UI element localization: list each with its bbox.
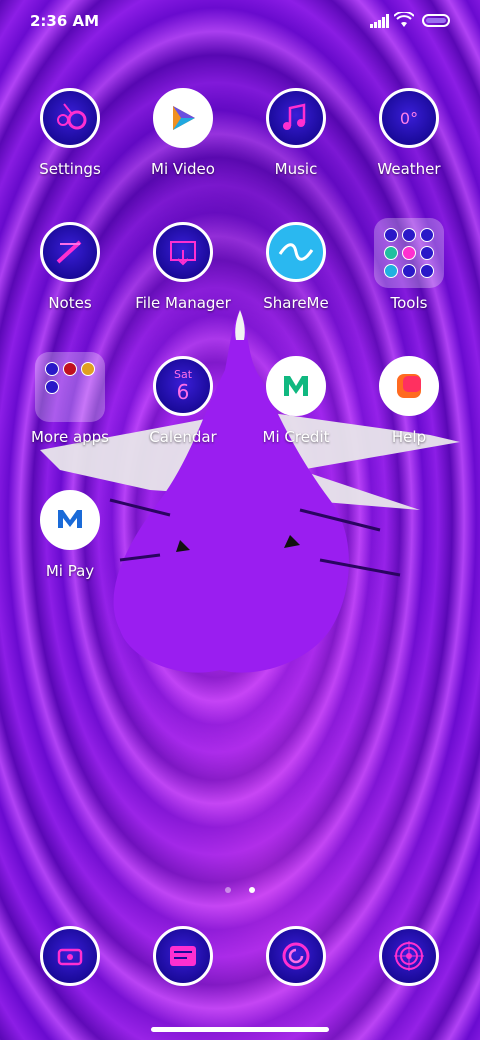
dock-phone[interactable] — [15, 926, 125, 986]
signal-icon — [370, 14, 389, 28]
app-settings[interactable]: Settings — [15, 88, 125, 198]
shareme-icon — [266, 222, 326, 282]
app-mi-video[interactable]: Mi Video — [128, 88, 238, 198]
browser-icon — [266, 926, 326, 986]
file-manager-icon — [153, 222, 213, 282]
home-gesture-bar[interactable] — [151, 1027, 329, 1032]
notes-icon — [40, 222, 100, 282]
help-icon — [379, 356, 439, 416]
app-calendar[interactable]: Sat 6 Calendar — [128, 356, 238, 466]
messages-icon — [153, 926, 213, 986]
battery-icon — [422, 14, 450, 27]
page-indicator — [0, 878, 480, 897]
music-icon — [266, 88, 326, 148]
app-label: Help — [391, 428, 427, 446]
dock-messages[interactable] — [128, 926, 238, 986]
folder-icon — [374, 218, 444, 288]
wifi-icon — [394, 12, 414, 27]
dock-browser[interactable] — [241, 926, 351, 986]
weather-temp: 0° — [399, 108, 419, 128]
calendar-icon: Sat 6 — [153, 356, 213, 416]
app-more-apps-folder[interactable]: More apps — [15, 352, 125, 466]
dock-camera[interactable] — [354, 926, 464, 986]
mi-pay-icon — [40, 490, 100, 550]
app-weather[interactable]: 0° Weather — [354, 88, 464, 198]
app-label: Mi Pay — [45, 562, 95, 580]
app-shareme[interactable]: ShareMe — [241, 222, 351, 332]
app-help[interactable]: Help — [354, 356, 464, 466]
mi-video-icon — [153, 88, 213, 148]
app-notes[interactable]: Notes — [15, 222, 125, 332]
app-mi-credit[interactable]: Mi Credit — [241, 356, 351, 466]
settings-icon — [40, 88, 100, 148]
folder-icon — [35, 352, 105, 422]
app-label: Tools — [390, 294, 428, 312]
phone-icon — [40, 926, 100, 986]
weather-icon: 0° — [379, 88, 439, 148]
page-dot[interactable] — [225, 887, 232, 893]
app-mi-pay[interactable]: Mi Pay — [15, 490, 125, 600]
app-tools-folder[interactable]: Tools — [354, 218, 464, 332]
calendar-date: 6 — [176, 380, 190, 404]
status-time: 2:36 AM — [30, 12, 100, 30]
status-bar: 2:36 AM — [0, 0, 480, 44]
app-label: Weather — [377, 160, 441, 178]
app-file-manager[interactable]: File Manager — [128, 222, 238, 332]
app-music[interactable]: Music — [241, 88, 351, 198]
mi-credit-icon — [266, 356, 326, 416]
camera-icon — [379, 926, 439, 986]
page-dot-active[interactable] — [248, 887, 255, 893]
